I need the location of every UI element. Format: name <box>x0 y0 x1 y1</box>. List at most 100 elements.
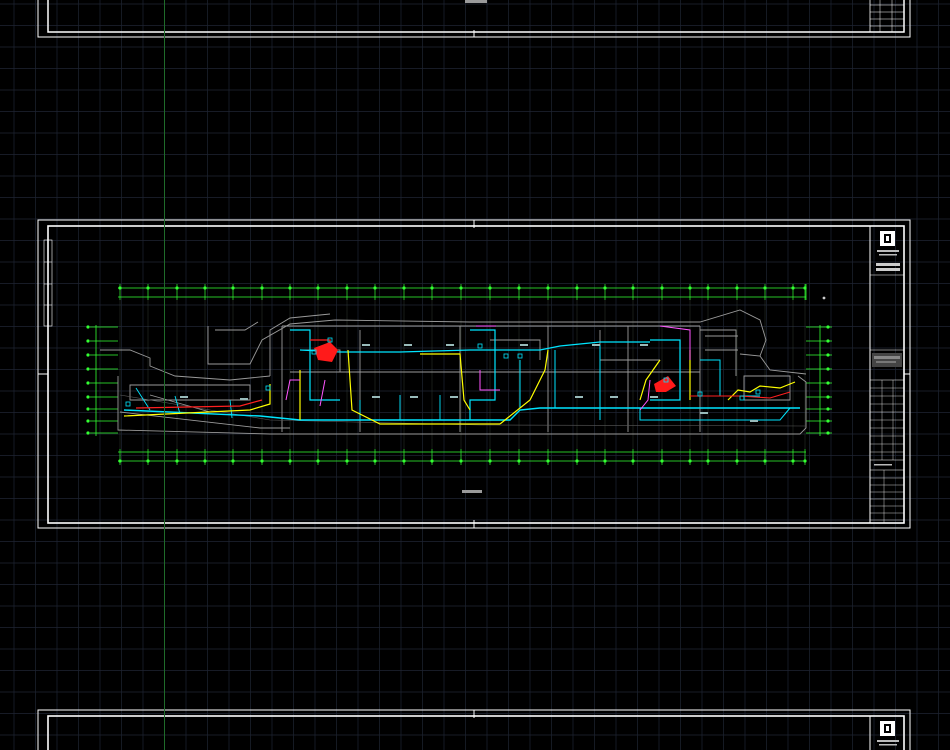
pipe-branch-cyan[interactable] <box>299 341 650 353</box>
cad-model-space[interactable] <box>0 0 950 750</box>
axis-bubble <box>735 286 739 290</box>
company-logo-icon <box>880 231 895 246</box>
axis-bubble <box>146 286 150 290</box>
wall-line <box>700 329 737 376</box>
axis-bubble <box>459 286 463 290</box>
pipe-label <box>700 412 708 414</box>
axis-bubble <box>118 286 122 290</box>
axis-bubble <box>575 459 579 463</box>
wall-line <box>215 321 259 331</box>
title-block-text <box>876 263 900 266</box>
axis-bubble <box>688 459 692 463</box>
axis-bubble <box>288 286 292 290</box>
axis-bubble <box>203 286 207 290</box>
axis-bubble <box>459 459 463 463</box>
sheet-inner-border <box>47 715 905 750</box>
pipe-riser-cyan[interactable] <box>469 329 496 420</box>
axis-bubble <box>345 459 349 463</box>
pipe-label <box>750 420 758 422</box>
axis-bubble <box>488 286 492 290</box>
axis-bubble <box>603 459 607 463</box>
axis-bubble <box>86 325 90 329</box>
axis-bubble <box>735 459 739 463</box>
pipe-red[interactable] <box>135 399 263 409</box>
title-block-text <box>879 254 897 256</box>
axis-bubble <box>231 286 235 290</box>
valve-symbol[interactable] <box>755 389 761 395</box>
pipe-drop-cyan[interactable] <box>359 395 441 420</box>
axis-bubble <box>402 286 406 290</box>
axis-bubble <box>86 353 90 357</box>
axis-bubble <box>826 367 830 371</box>
drawing-sheet-bottom[interactable] <box>37 709 911 750</box>
pipe-label <box>575 396 583 398</box>
pipe-network[interactable] <box>123 325 800 425</box>
axis-bubble <box>791 286 795 290</box>
pipe-yellow[interactable] <box>420 353 471 411</box>
pipe-magenta[interactable] <box>285 379 326 407</box>
pipe-label <box>372 396 380 398</box>
axis-bubble <box>86 407 90 411</box>
axis-bubble <box>826 353 830 357</box>
axis-bubble <box>203 459 207 463</box>
axis-bubble <box>517 286 521 290</box>
valve-symbol[interactable] <box>517 353 523 359</box>
axis-bubble <box>402 459 406 463</box>
drawing-canvas[interactable] <box>0 0 950 750</box>
axis-bubble <box>546 459 550 463</box>
axis-bubble <box>826 395 830 399</box>
axis-bubble <box>316 286 320 290</box>
pipe-label <box>520 344 528 346</box>
title-block-bottom <box>869 715 905 750</box>
wall-line <box>599 330 660 361</box>
sheet-inner-border <box>47 225 905 524</box>
axis-bubble <box>86 419 90 423</box>
valve-symbol[interactable] <box>503 353 509 359</box>
compass-icon <box>822 296 826 300</box>
axis-bubble <box>660 459 664 463</box>
axis-bubble <box>706 286 710 290</box>
axis-bubble <box>373 459 377 463</box>
building-outline <box>100 309 807 435</box>
axis-bubble <box>86 431 90 435</box>
drawing-sheet-main[interactable] <box>37 219 911 529</box>
pipe-label <box>446 344 454 346</box>
axis-bubble <box>231 459 235 463</box>
pipe-yellow[interactable] <box>347 349 500 425</box>
axis-bubble <box>688 286 692 290</box>
equipment-pump-west[interactable] <box>314 342 338 362</box>
axis-bubble <box>175 459 179 463</box>
stamp-area <box>872 353 902 367</box>
drawing-sheet-top[interactable] <box>37 0 911 38</box>
pipe-yellow[interactable] <box>499 349 549 425</box>
title-block[interactable] <box>869 225 905 524</box>
wall-line <box>470 309 767 357</box>
pipe-label <box>362 344 370 346</box>
pipe-label <box>410 396 418 398</box>
pipe-label <box>404 344 412 346</box>
pipe-label <box>240 398 248 400</box>
axis-bubble <box>763 459 767 463</box>
title-block-text <box>877 250 899 252</box>
axis-bubble <box>803 459 807 463</box>
floor-plan[interactable] <box>86 284 832 465</box>
pipe-yellow[interactable] <box>639 350 691 401</box>
pipe-branch-cyan[interactable] <box>639 407 791 421</box>
axis-bubble <box>146 459 150 463</box>
axis-bubble <box>316 459 320 463</box>
valve-symbol[interactable] <box>477 343 483 349</box>
axis-bubble <box>86 395 90 399</box>
axis-bubble <box>631 459 635 463</box>
wall-line <box>739 353 807 375</box>
axis-bubble <box>826 325 830 329</box>
axis-bubble <box>373 286 377 290</box>
wall-line <box>100 349 271 381</box>
axis-bubble <box>546 286 550 290</box>
company-logo-icon <box>880 721 895 736</box>
axis-bubble <box>86 367 90 371</box>
valve-symbol[interactable] <box>125 401 131 407</box>
pipe-main-cyan[interactable] <box>123 407 800 421</box>
axis-bubble <box>488 459 492 463</box>
pipe-branch-cyan[interactable] <box>700 359 760 397</box>
wall-line <box>281 326 461 432</box>
